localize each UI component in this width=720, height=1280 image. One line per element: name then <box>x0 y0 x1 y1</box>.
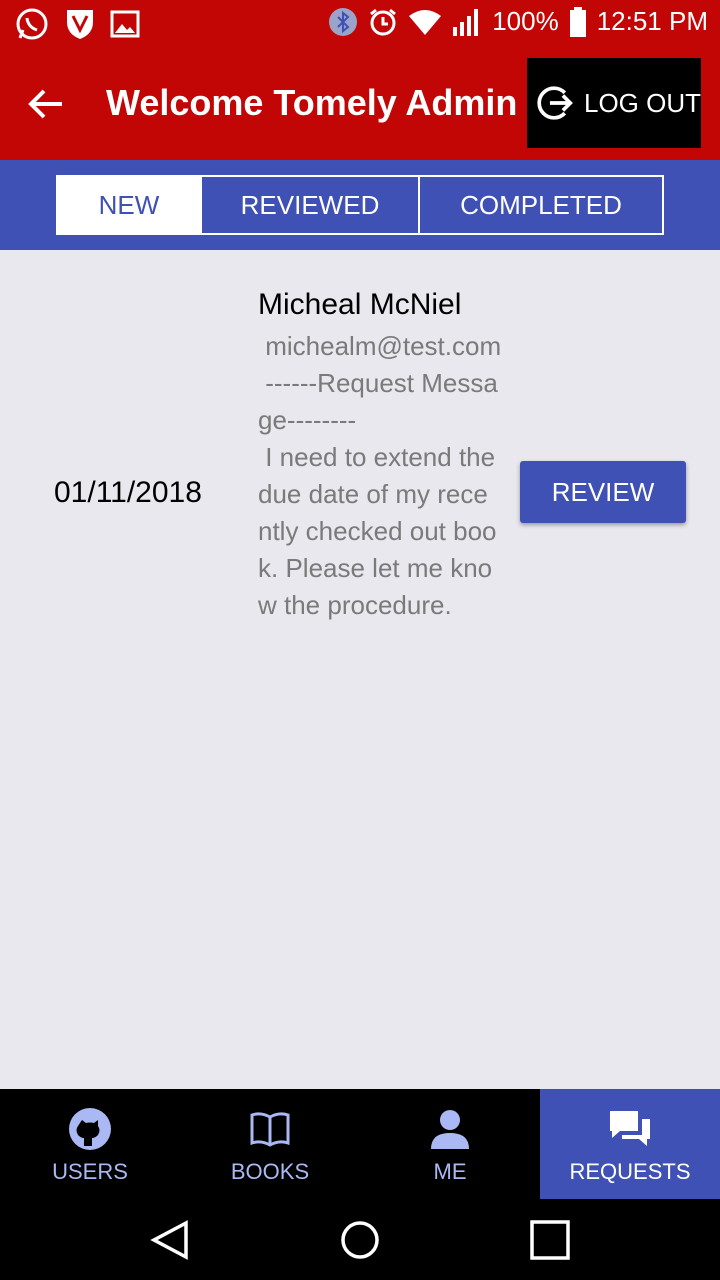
battery-text: 100% <box>492 6 559 36</box>
alarm-icon <box>368 7 398 37</box>
nav-books-label: BOOKS <box>230 1159 310 1184</box>
person-icon <box>431 1110 469 1149</box>
logout-icon <box>537 86 573 120</box>
whatsapp-icon <box>14 6 50 42</box>
back-button[interactable] <box>24 82 68 126</box>
review-button[interactable]: REVIEW <box>520 461 686 523</box>
book-icon <box>250 1112 290 1147</box>
nav-users[interactable]: USERS <box>0 1089 180 1200</box>
system-nav-bar <box>0 1200 720 1280</box>
request-status-tabs: NEW REVIEWED COMPLETED <box>56 175 664 235</box>
app-bar: Welcome Tomely Admin LOG OUT <box>0 48 720 160</box>
github-icon <box>69 1108 111 1150</box>
system-back-icon[interactable] <box>148 1218 192 1262</box>
arrow-back-icon <box>28 89 62 119</box>
tab-new[interactable]: NEW <box>58 177 202 233</box>
bottom-nav: USERS BOOKS ME REQUESTS <box>0 1089 720 1200</box>
request-date: 01/11/2018 <box>54 476 202 509</box>
nav-requests-label: REQUESTS <box>569 1159 691 1184</box>
logout-button[interactable]: LOG OUT <box>527 58 701 148</box>
wifi-icon <box>408 8 442 36</box>
tab-reviewed[interactable]: REVIEWED <box>202 177 420 233</box>
gallery-icon <box>110 9 140 39</box>
nav-users-label: USERS <box>52 1159 128 1184</box>
logout-label: LOG OUT <box>583 87 701 118</box>
signal-icon <box>452 7 482 37</box>
tabs-bar: NEW REVIEWED COMPLETED <box>0 160 720 250</box>
vpn-shield-icon <box>64 7 96 41</box>
list-item: 01/11/2018 Micheal McNiel michealm@test.… <box>0 250 720 730</box>
bluetooth-icon <box>328 7 358 37</box>
system-home-icon[interactable] <box>338 1218 382 1262</box>
status-time: 12:51 PM <box>596 6 708 36</box>
nav-requests[interactable]: REQUESTS <box>540 1089 720 1199</box>
page-title: Welcome Tomely Admin <box>106 82 518 123</box>
nav-me[interactable]: ME <box>360 1089 540 1200</box>
status-bar: 100% 12:51 PM <box>0 0 720 48</box>
chat-icon <box>610 1111 650 1146</box>
request-content: Micheal McNiel michealm@test.com ------R… <box>258 288 502 624</box>
system-recents-icon[interactable] <box>528 1218 572 1262</box>
battery-icon <box>569 6 587 37</box>
tab-completed[interactable]: COMPLETED <box>420 177 662 233</box>
request-message: michealm@test.com ------Request Message-… <box>258 331 502 620</box>
requester-name: Micheal McNiel <box>258 288 462 321</box>
nav-me-label: ME <box>433 1159 467 1184</box>
nav-books[interactable]: BOOKS <box>180 1089 360 1200</box>
